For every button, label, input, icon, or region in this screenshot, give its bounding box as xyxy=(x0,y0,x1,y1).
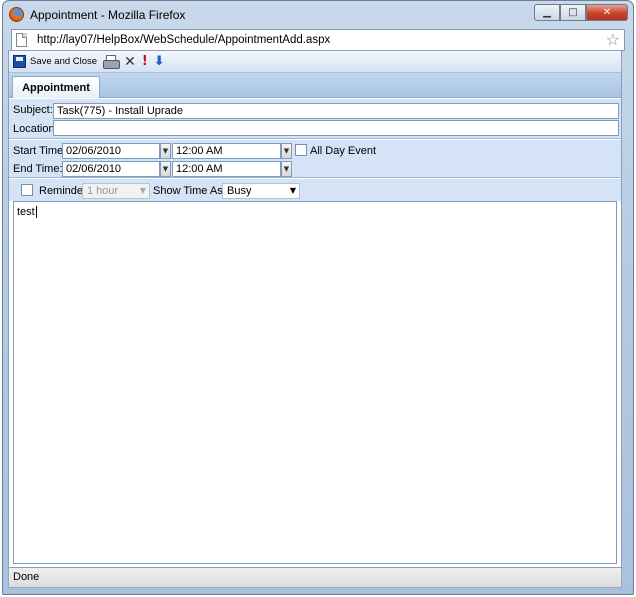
start-time-label: Start Time: xyxy=(13,145,67,157)
print-button[interactable] xyxy=(103,55,121,69)
end-date-value[interactable]: 02/06/2010 xyxy=(62,161,160,177)
close-button[interactable]: ✕ xyxy=(586,4,628,21)
end-time-label: End Time: xyxy=(13,163,63,175)
status-text: Done xyxy=(13,571,40,583)
chevron-down-icon[interactable]: ▼ xyxy=(160,161,171,177)
time-panel: Start Time: 02/06/2010 ▼ 12:00 AM ▼ All … xyxy=(9,140,621,178)
reminder-label: Reminder xyxy=(39,185,87,197)
end-date-picker[interactable]: 02/06/2010 ▼ xyxy=(62,161,171,177)
toolbar: Save and Close ✕ ! ⬇ xyxy=(9,51,621,73)
tab-strip: Appointment xyxy=(9,73,621,98)
subject-input[interactable]: Task(775) - Install Uprade xyxy=(53,103,619,119)
reminder-panel: Reminder 1 hour ▼ Show Time As: Busy ▼ xyxy=(9,179,621,201)
maximize-icon: □ xyxy=(568,7,578,18)
show-time-as-value: Busy xyxy=(227,185,252,197)
maximize-button[interactable]: □ xyxy=(560,4,586,21)
printer-icon xyxy=(103,55,121,69)
down-arrow-icon: ⬇ xyxy=(153,54,165,69)
reminder-checkbox[interactable] xyxy=(21,184,33,196)
show-time-as-select[interactable]: Busy ▼ xyxy=(222,183,300,199)
reminder-select[interactable]: 1 hour ▼ xyxy=(82,183,150,199)
tab-appointment[interactable]: Appointment xyxy=(12,76,100,98)
subject-location-panel: Subject: Task(775) - Install Uprade Loca… xyxy=(9,99,621,139)
location-label: Location: xyxy=(13,123,58,135)
start-date-value[interactable]: 02/06/2010 xyxy=(62,143,160,159)
end-time-picker[interactable]: 12:00 AM ▼ xyxy=(172,161,292,177)
save-and-close-button[interactable]: Save and Close xyxy=(13,55,97,68)
location-input[interactable] xyxy=(53,120,619,136)
page-icon xyxy=(16,33,27,47)
start-time-value[interactable]: 12:00 AM xyxy=(172,143,281,159)
chevron-down-icon: ▼ xyxy=(289,186,296,195)
end-time-value[interactable]: 12:00 AM xyxy=(172,161,281,177)
floppy-disk-icon xyxy=(13,55,26,68)
notes-textarea[interactable]: test xyxy=(13,201,617,564)
url-text: http://lay07/HelpBox/WebSchedule/Appoint… xyxy=(37,34,331,46)
chevron-down-icon[interactable]: ▼ xyxy=(281,161,292,177)
subject-label: Subject: xyxy=(13,104,53,116)
page-content: Save and Close ✕ ! ⬇ Appointment Subject… xyxy=(8,50,622,568)
show-time-as-label: Show Time As: xyxy=(153,185,226,197)
title-bar[interactable]: Appointment - Mozilla Firefox ▁ □ ✕ xyxy=(3,1,633,29)
notes-text: test xyxy=(17,206,35,218)
close-icon: ✕ xyxy=(602,7,612,18)
start-date-picker[interactable]: 02/06/2010 ▼ xyxy=(62,143,171,159)
start-time-picker[interactable]: 12:00 AM ▼ xyxy=(172,143,292,159)
exclamation-icon: ! xyxy=(141,54,148,69)
minimize-button[interactable]: ▁ xyxy=(534,4,560,21)
status-bar: Done xyxy=(8,568,622,588)
all-day-checkbox[interactable] xyxy=(295,144,307,156)
low-importance-button[interactable]: ⬇ xyxy=(154,55,165,68)
star-icon[interactable]: ☆ xyxy=(606,30,620,49)
firefox-icon xyxy=(9,7,24,22)
reminder-value: 1 hour xyxy=(87,185,119,197)
address-bar[interactable]: http://lay07/HelpBox/WebSchedule/Appoint… xyxy=(11,29,625,51)
save-and-close-label: Save and Close xyxy=(30,56,98,67)
high-importance-button[interactable]: ! xyxy=(142,55,148,68)
delete-button[interactable]: ✕ xyxy=(124,55,136,69)
all-day-label: All Day Event xyxy=(310,145,377,157)
window-controls: ▁ □ ✕ xyxy=(534,4,628,21)
minimize-icon: ▁ xyxy=(543,7,551,18)
x-icon: ✕ xyxy=(124,53,136,70)
chevron-down-icon: ▼ xyxy=(139,186,146,195)
window-title: Appointment - Mozilla Firefox xyxy=(30,8,186,22)
text-caret xyxy=(35,206,37,219)
chevron-down-icon[interactable]: ▼ xyxy=(281,143,292,159)
chevron-down-icon[interactable]: ▼ xyxy=(160,143,171,159)
